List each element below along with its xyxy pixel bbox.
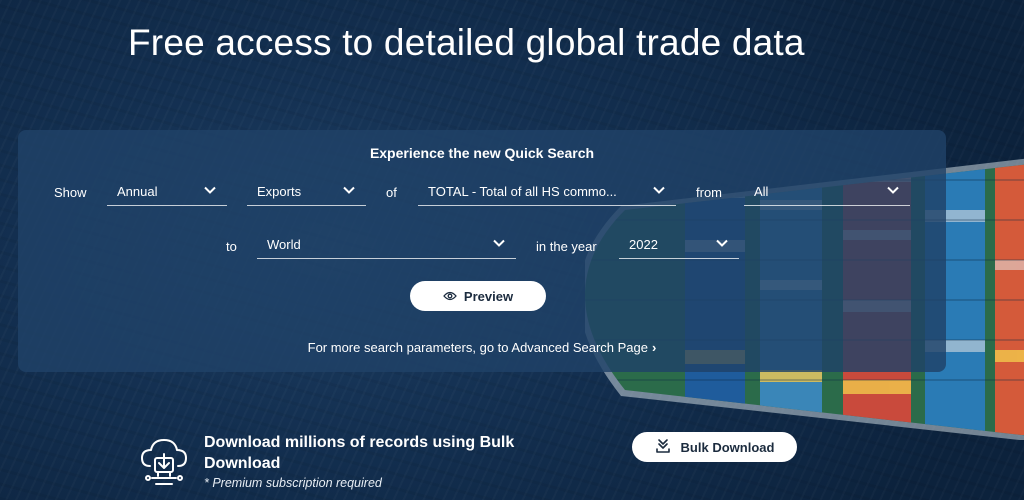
reporter-select[interactable]: All bbox=[744, 178, 910, 206]
preview-button[interactable]: Preview bbox=[410, 281, 546, 311]
show-label: Show bbox=[54, 185, 87, 200]
flow-value: Exports bbox=[257, 184, 302, 199]
year-label: in the year bbox=[536, 239, 597, 254]
chevron-right-icon: › bbox=[652, 340, 657, 355]
year-select[interactable]: 2022 bbox=[619, 231, 739, 259]
quick-search-title: Experience the new Quick Search bbox=[369, 145, 595, 161]
chevron-down-icon bbox=[203, 183, 217, 197]
eye-icon bbox=[443, 289, 457, 304]
premium-note: * Premium subscription required bbox=[204, 476, 382, 490]
advanced-search-link[interactable]: For more search parameters, go to Advanc… bbox=[18, 340, 946, 355]
frequency-value: Annual bbox=[117, 184, 158, 199]
preview-label: Preview bbox=[463, 288, 514, 304]
commodity-select[interactable]: TOTAL - Total of all HS commo... bbox=[418, 178, 676, 206]
from-label: from bbox=[696, 185, 722, 200]
frequency-select[interactable]: Annual bbox=[107, 178, 227, 206]
partner-select[interactable]: World bbox=[257, 231, 516, 259]
partner-value: World bbox=[267, 237, 301, 252]
year-value: 2022 bbox=[629, 237, 658, 252]
chevron-down-icon bbox=[492, 236, 506, 250]
of-label: of bbox=[386, 185, 397, 200]
advanced-search-text: For more search parameters, go to Advanc… bbox=[307, 340, 648, 355]
bulk-download-button[interactable]: Bulk Download bbox=[632, 432, 797, 462]
reporter-value: All bbox=[754, 184, 769, 199]
commodity-value: TOTAL - Total of all HS commo... bbox=[428, 184, 617, 199]
flow-select[interactable]: Exports bbox=[247, 178, 366, 206]
chevron-down-icon bbox=[715, 236, 729, 250]
bulk-download-title: Download millions of records using Bulk … bbox=[204, 434, 515, 472]
chevron-down-icon bbox=[886, 183, 900, 197]
chevron-down-icon bbox=[652, 183, 666, 197]
bulk-download-label: Bulk Download bbox=[680, 439, 775, 455]
hero-title: Free access to detailed global trade dat… bbox=[128, 22, 805, 63]
chevron-down-icon bbox=[342, 183, 356, 197]
quick-search-panel: Experience the new Quick Search Show Ann… bbox=[18, 130, 946, 372]
cloud-download-icon bbox=[138, 436, 190, 488]
download-tray-icon bbox=[655, 438, 671, 457]
to-label: to bbox=[226, 239, 237, 254]
